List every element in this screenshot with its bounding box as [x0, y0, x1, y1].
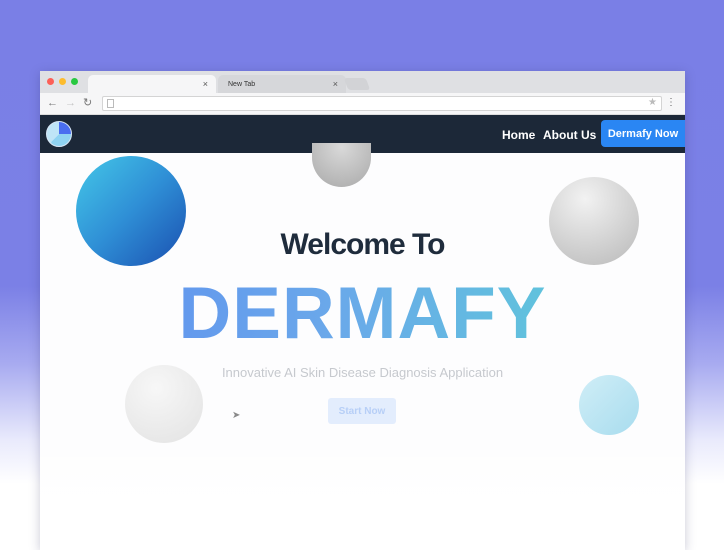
reload-icon[interactable]: ↻ [83, 97, 92, 110]
new-tab-button[interactable] [343, 78, 371, 90]
decor-sphere [579, 375, 639, 435]
window-controls [47, 78, 78, 85]
minimize-window-button[interactable] [59, 78, 66, 85]
close-tab-icon[interactable]: × [203, 79, 208, 89]
tab-strip: × New Tab × [40, 71, 685, 93]
hero-brand-title: DERMAFY [40, 269, 685, 359]
maximize-window-button[interactable] [71, 78, 78, 85]
tab-title: New Tab [228, 80, 256, 88]
nav-home-link[interactable]: Home [502, 128, 535, 142]
tab-new-tab[interactable]: New Tab × [218, 75, 346, 93]
address-bar[interactable]: ★ [102, 96, 662, 111]
hero-section: Welcome To DERMAFY Innovative AI Skin Di… [40, 143, 685, 550]
close-tab-icon[interactable]: × [333, 79, 338, 89]
bottom-fade-overlay [40, 443, 685, 550]
nav-about-link[interactable]: About Us [543, 128, 596, 142]
dermafy-logo[interactable] [46, 121, 72, 147]
bookmark-star-icon[interactable]: ★ [648, 97, 657, 108]
hero-subtitle: Innovative AI Skin Disease Diagnosis App… [221, 365, 504, 380]
mouse-cursor-icon: ➤ [232, 410, 241, 421]
decor-sphere [312, 143, 371, 187]
browser-window: × New Tab × ← → ↻ ★ ⋮ Home About Us Derm… [40, 71, 685, 550]
tab-active[interactable]: × [88, 75, 216, 93]
back-arrow-icon[interactable]: ← [47, 97, 58, 110]
browser-menu-icon[interactable]: ⋮ [666, 96, 676, 110]
close-window-button[interactable] [47, 78, 54, 85]
browser-toolbar: ← → ↻ ★ ⋮ [40, 93, 685, 115]
hero-welcome-heading: Welcome To [280, 228, 446, 261]
page-icon [107, 99, 114, 108]
start-now-button[interactable]: Start Now [328, 398, 396, 424]
forward-arrow-icon[interactable]: → [65, 97, 76, 110]
dermafy-now-button[interactable]: Dermafy Now [601, 120, 685, 147]
